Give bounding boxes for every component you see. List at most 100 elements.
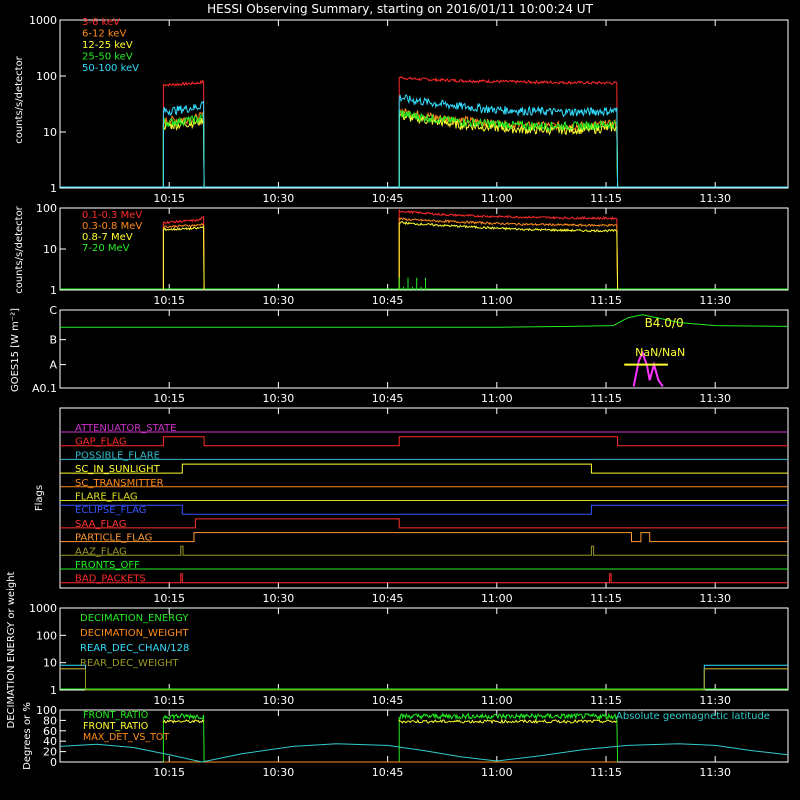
panel-0-legend-4: 50-100 keV xyxy=(82,63,139,74)
panel-3-flag-label-7: SAA_FLAG xyxy=(75,519,126,530)
panel-1-x-tick-label: 10:45 xyxy=(372,294,404,307)
panel-5-y-tick-label: 100 xyxy=(36,704,57,717)
panel-2-x-tick-label: 11:00 xyxy=(481,392,513,405)
panel-3-flag-label-4: SC_TRANSMITTER xyxy=(75,478,164,489)
panel-1-x-tick-label: 11:30 xyxy=(699,294,731,307)
panel-0-legend-0: 3-6 keV xyxy=(82,17,120,28)
hessi-summary-figure: HESSI Observing Summary, starting on 201… xyxy=(6,2,789,779)
panel-5-y-axis-label: Degrees or % xyxy=(22,702,33,770)
panel-5-series-1 xyxy=(162,718,617,725)
panel-5-x-tick-label: 11:15 xyxy=(590,766,622,779)
panel-5-legend-1: FRONT_RATIO xyxy=(83,721,148,732)
panel-3-flag-line-9 xyxy=(60,545,788,556)
panel-4-y-axis-label: DECIMATION ENERGY or weight xyxy=(6,571,17,728)
panel-3-x-tick-label: 10:15 xyxy=(153,592,185,605)
panel-5-legend-0: FRONT_RATIO xyxy=(83,710,148,721)
figure-title: HESSI Observing Summary, starting on 201… xyxy=(207,2,593,16)
panel-2-annotation-1: NaN/NaN xyxy=(635,346,685,359)
panel-3-flag-line-1 xyxy=(60,436,788,447)
panel-4-y-tick-label: 1000 xyxy=(29,602,57,615)
panel-4-y-tick-label: 1 xyxy=(50,684,57,697)
panel-5-x-tick-label: 11:30 xyxy=(699,766,731,779)
panel-3-x-tick-label: 11:15 xyxy=(590,592,622,605)
panel-1-series-2 xyxy=(162,220,619,291)
panel-4-legend-2: REAR_DEC_CHAN/128 xyxy=(80,643,189,654)
panel-2-y-tick-label: A xyxy=(49,359,57,372)
panel-1-x-tick-label: 10:15 xyxy=(153,294,185,307)
panel-0-y-tick-label: 10 xyxy=(43,126,57,139)
panel-1-x-tick-label: 11:00 xyxy=(481,294,513,307)
panel-3-x-tick-label: 10:45 xyxy=(372,592,404,605)
panel-4-x-tick-label: 11:00 xyxy=(481,694,513,707)
panel-3-flag-line-8 xyxy=(60,532,788,543)
panel-2-x-tick-label: 10:45 xyxy=(372,392,404,405)
panel-0-y-axis-label: counts/s/detector xyxy=(14,55,25,143)
panel-3-flag-line-7 xyxy=(60,518,788,529)
panel-4-x-tick-label: 10:30 xyxy=(263,694,295,707)
panel-0-x-tick-label: 11:15 xyxy=(590,192,622,205)
panel-2-x-tick-label: 11:15 xyxy=(590,392,622,405)
panel-2-y-tick-label: C xyxy=(49,304,57,317)
panel-5-x-tick-label: 10:15 xyxy=(153,766,185,779)
panel-4-legend-3: REAR_DEC_WEIGHT xyxy=(80,658,179,669)
panel-3-flag-line-3 xyxy=(60,463,788,474)
panel-3-flag-label-8: PARTICLE_FLAG xyxy=(75,533,152,544)
panel-0-x-tick-label: 10:15 xyxy=(153,192,185,205)
panel-1-x-tick-label: 11:15 xyxy=(590,294,622,307)
panel-3-flag-label-1: GAP_FLAG xyxy=(75,437,127,448)
panel-1-y-tick-label: 100 xyxy=(36,202,57,215)
panel-4-x-tick-label: 10:45 xyxy=(372,694,404,707)
panel-5-annotation-0: Absolute geomagnetic latitude xyxy=(616,711,770,722)
panel-3-flag-label-0: ATTENUATOR_STATE xyxy=(75,423,176,434)
panel-0-x-tick-label: 10:30 xyxy=(263,192,295,205)
panel-3-x-tick-label: 11:30 xyxy=(699,592,731,605)
panel-1-series-1 xyxy=(162,217,619,291)
panel-3-flag-label-5: FLARE_FLAG xyxy=(75,492,138,503)
panel-5-legend-2: MAX_DET_VS_TOT xyxy=(83,732,169,743)
panel-3-flag-label-3: SC_IN_SUNLIGHT xyxy=(75,464,161,475)
panel-1-legend-1: 0.3-0.8 MeV xyxy=(82,221,142,232)
panel-2-y-tick-label: B xyxy=(49,334,57,347)
panel-3-flag-label-6: ECLIPSE_FLAG xyxy=(75,505,146,516)
panel-0-legend-2: 12-25 keV xyxy=(82,40,133,51)
panel-3-y-axis-label: Flags xyxy=(34,485,45,511)
panel-2-x-tick-label: 11:30 xyxy=(699,392,731,405)
panel-0-y-tick-label: 100 xyxy=(36,70,57,83)
panel-3-flag-label-9: AAZ_FLAG xyxy=(75,546,127,557)
panel-4-legend-1: DECIMATION_WEIGHT xyxy=(80,628,189,639)
panel-3-flag-label-2: POSSIBLE_FLARE xyxy=(75,450,160,461)
panel-2-x-tick-label: 10:30 xyxy=(263,392,295,405)
panel-0-y-tick-label: 1 xyxy=(50,182,57,195)
panel-5-x-tick-label: 10:45 xyxy=(372,766,404,779)
panel-4-y-tick-label: 100 xyxy=(36,629,57,642)
panel-2-x-tick-label: 10:15 xyxy=(153,392,185,405)
panel-5-x-tick-label: 10:30 xyxy=(263,766,295,779)
panel-1-y-tick-label: 10 xyxy=(43,243,57,256)
panel-0-series-4 xyxy=(162,93,619,189)
panel-3-x-tick-label: 11:00 xyxy=(481,592,513,605)
panel-3-frame xyxy=(59,407,789,589)
panel-1-legend-3: 7-20 MeV xyxy=(82,243,130,254)
panel-5-x-tick-label: 11:00 xyxy=(481,766,513,779)
panel-2-y-tick-label: A0.1 xyxy=(32,382,57,395)
panel-3-x-tick-label: 10:30 xyxy=(263,592,295,605)
panel-4-legend-0: DECIMATION_ENERGY xyxy=(80,613,189,624)
panel-1-x-tick-label: 10:30 xyxy=(263,294,295,307)
panel-3-flag-line-11 xyxy=(60,573,788,584)
panel-2-annotation-0: B4.0/0 xyxy=(645,316,684,330)
panel-0-x-tick-label: 11:00 xyxy=(481,192,513,205)
panel-0-frame xyxy=(59,19,789,189)
panel-4-y-tick-label: 10 xyxy=(43,657,57,670)
panel-1-legend-2: 0.8-7 MeV xyxy=(82,232,133,243)
panel-0-x-tick-label: 10:45 xyxy=(372,192,404,205)
panel-0-y-tick-label: 1000 xyxy=(29,14,57,27)
panel-3-flag-line-6 xyxy=(60,504,788,515)
panel-3-flag-label-11: BAD_PACKETS xyxy=(75,574,146,585)
panel-1-series-3 xyxy=(398,277,426,290)
panel-0-legend-3: 25-50 keV xyxy=(82,52,133,63)
panel-0-series-1 xyxy=(162,108,619,189)
panel-4-x-tick-label: 11:30 xyxy=(699,694,731,707)
panel-0-x-tick-label: 11:30 xyxy=(699,192,731,205)
panel-3-flag-label-10: FRONTS_OFF xyxy=(75,560,140,571)
panel-1-y-tick-label: 1 xyxy=(50,284,57,297)
